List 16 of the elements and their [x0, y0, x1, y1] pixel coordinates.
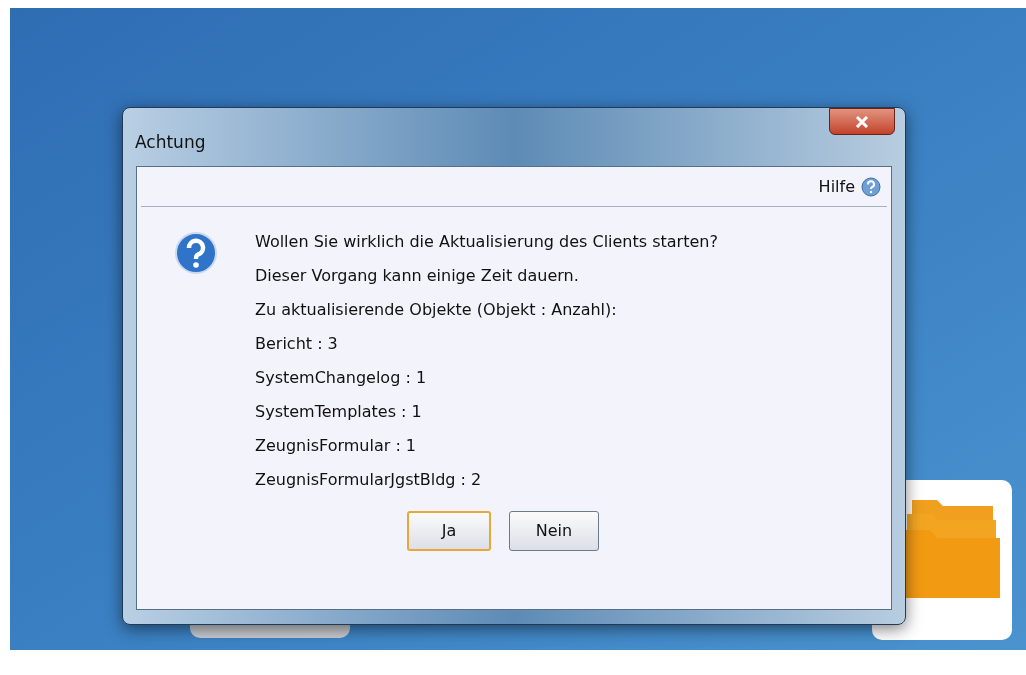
message-text: SystemChangelog : 1 [255, 367, 428, 389]
dialog-button[interactable]: Nein [509, 511, 599, 551]
dialog-button[interactable]: Ja [407, 511, 491, 551]
message-text: Dieser Vorgang kann einige Zeit dauern. [255, 265, 580, 287]
close-icon [855, 115, 869, 128]
message-text: ZeugnisFormular : 1 [255, 435, 418, 457]
message-text: SystemTemplates : 1 [255, 401, 423, 423]
question-icon [174, 231, 218, 275]
message-text: Zu aktualisierende Objekte (Objekt : Anzahl): [255, 299, 618, 321]
message-text: Bericht : 3 [255, 333, 339, 355]
close-button[interactable] [829, 108, 895, 135]
window-title: Achtung [135, 131, 206, 154]
message-text: ZeugnisFormularJgstBldg : 2 [255, 469, 483, 491]
message-text: Wollen Sie wirklich die Aktualisierung des Clients starten? [255, 231, 718, 253]
help-link[interactable]: Hilfe [818, 174, 855, 199]
help-icon[interactable] [861, 176, 881, 197]
